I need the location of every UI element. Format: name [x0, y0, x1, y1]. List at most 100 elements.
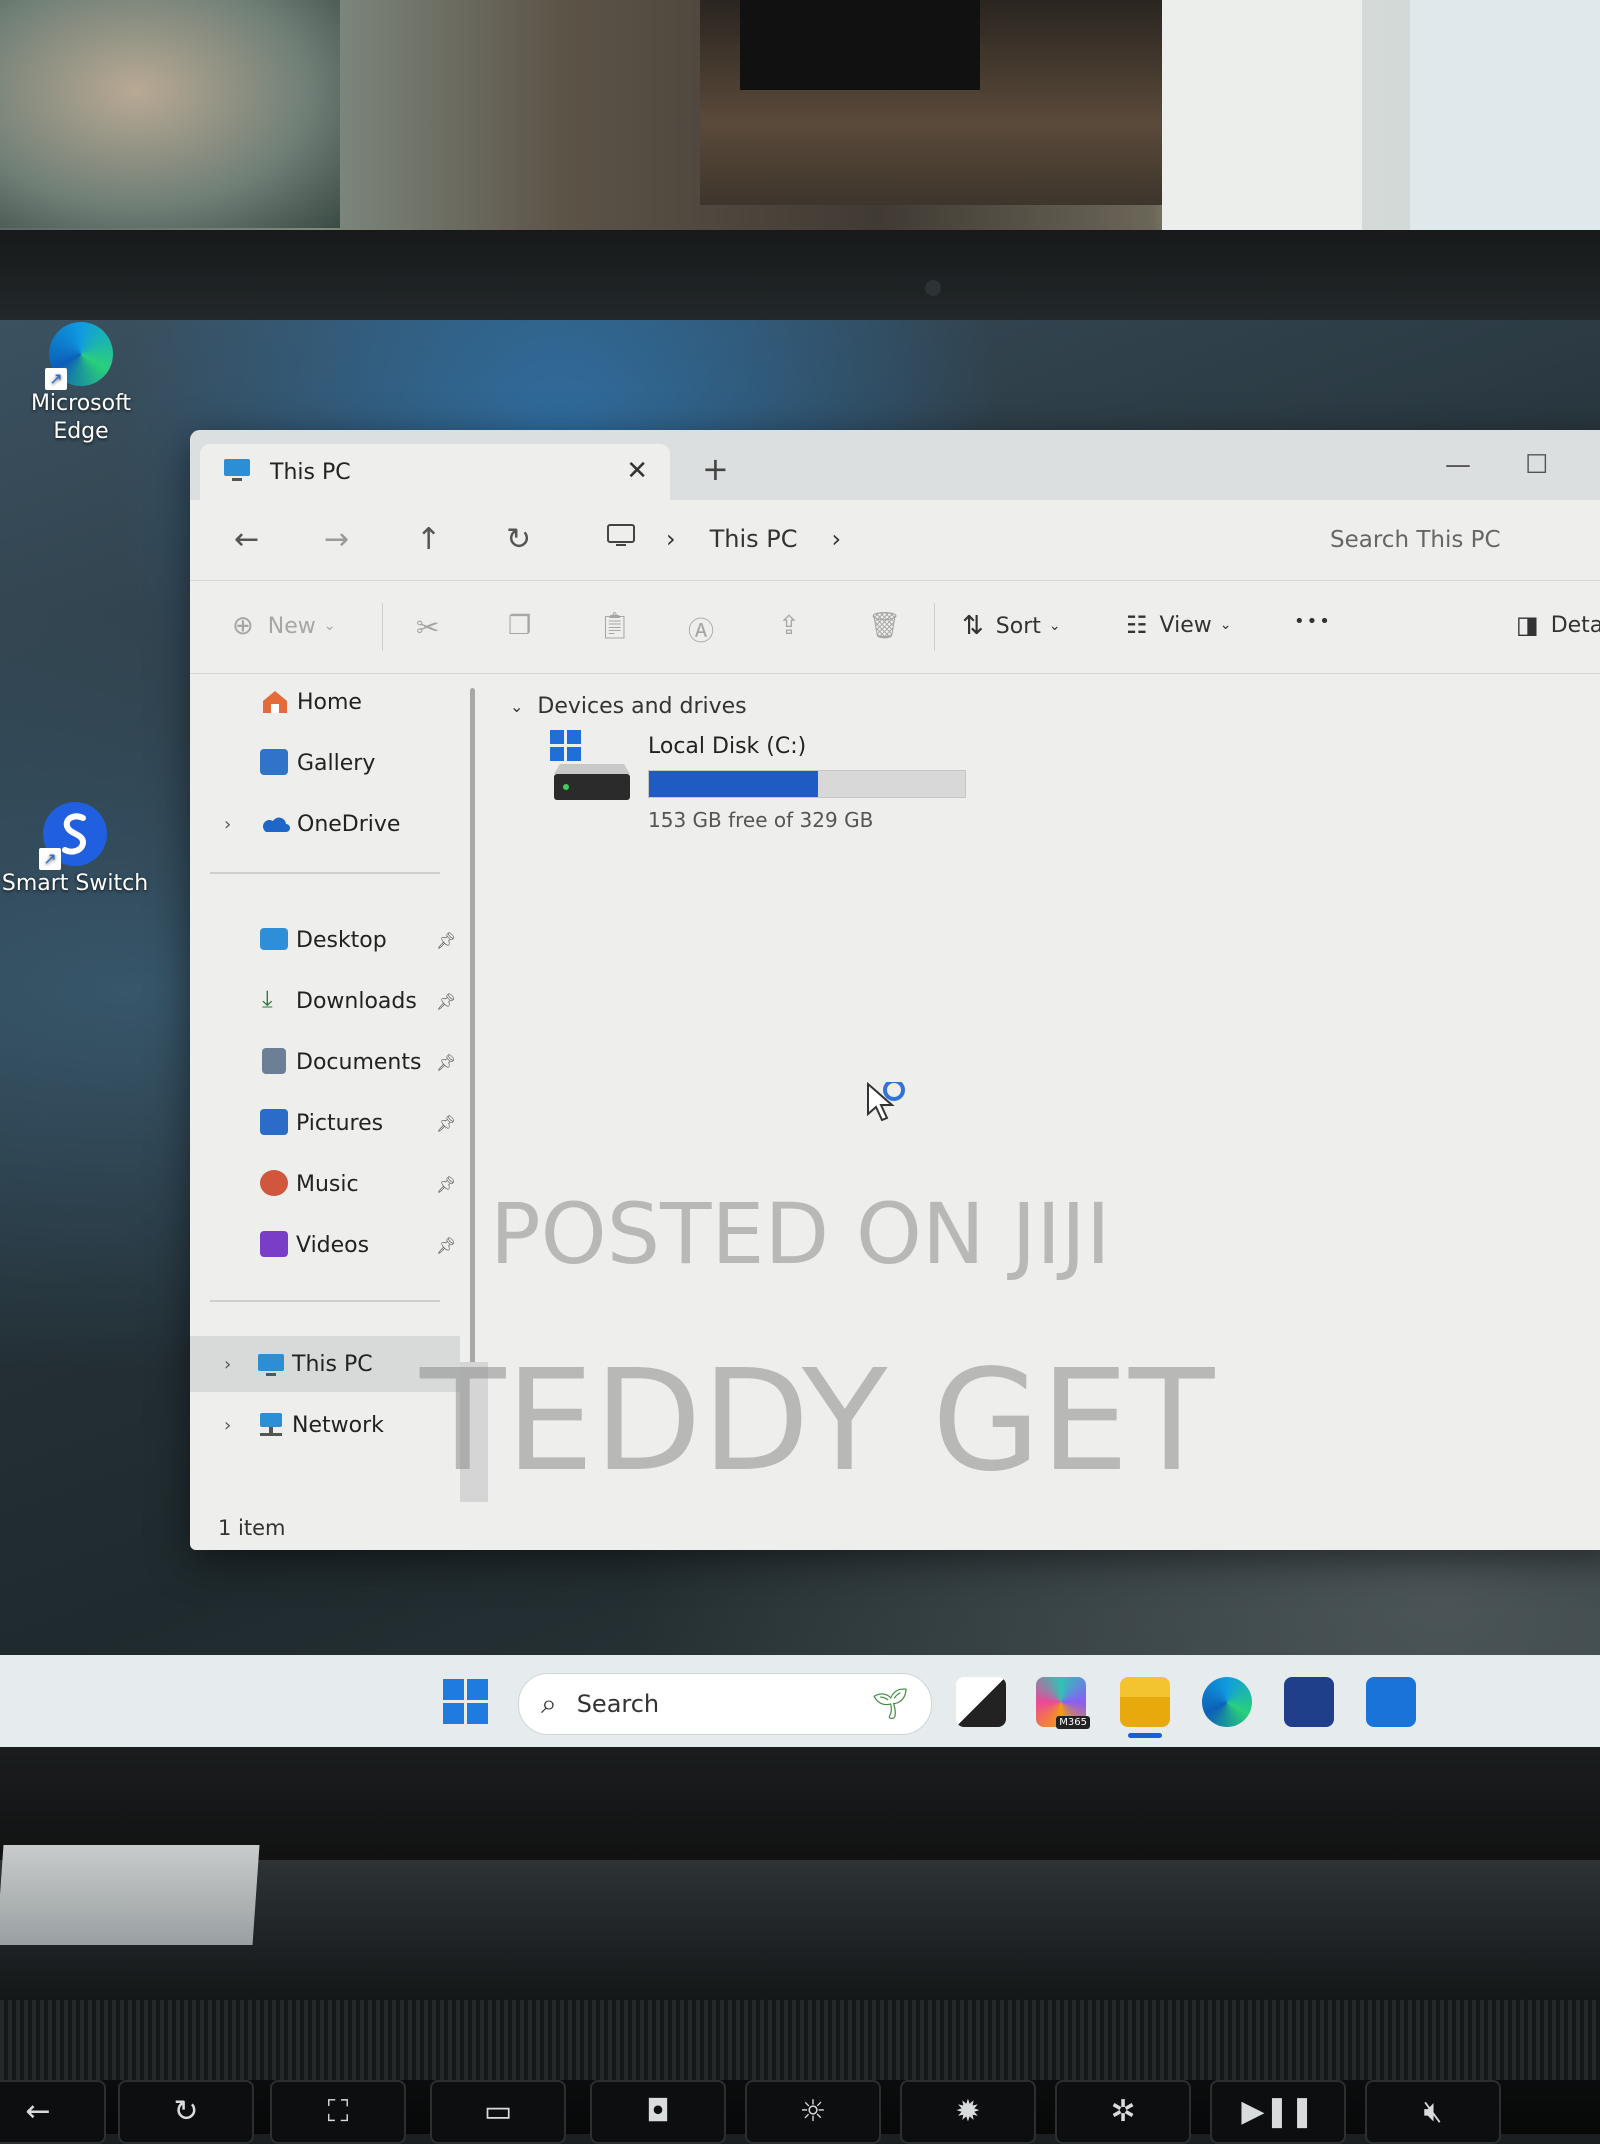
smart-switch-icon: ↗: [39, 802, 107, 870]
outlook-icon[interactable]: [1366, 1677, 1416, 1727]
drive-name: Local Disk (C:): [648, 734, 807, 759]
toolbar-divider: [934, 603, 935, 651]
background-wall: [0, 0, 1600, 250]
minimize-button[interactable]: —: [1445, 450, 1471, 480]
sidebar-item-label: Downloads: [296, 988, 417, 1014]
command-bar: ⊕ New ⌄ ✂ ❐ 📋︎ Ⓐ ⇪ 🗑︎ ⇅ Sort ⌄ ☷ View ⌄ …: [190, 581, 1600, 674]
pin-icon[interactable]: 📌︎: [436, 1236, 456, 1255]
navigation-bar: ← → ↑ ↻ › This PC › Search This PC: [190, 500, 1600, 581]
file-explorer-icon[interactable]: [1120, 1677, 1170, 1727]
start-icon[interactable]: [443, 1679, 489, 1729]
sidebar-item-documents[interactable]: Documents 📌︎: [190, 1034, 460, 1090]
sidebar-item-downloads[interactable]: ⤓ Downloads 📌︎: [190, 973, 460, 1029]
taskbar-search-box[interactable]: ⌕ Search 🌱︎: [518, 1673, 932, 1735]
sort-button[interactable]: ⇅ Sort ⌄: [962, 611, 1061, 641]
sidebar-item-videos[interactable]: Videos 📌︎: [190, 1217, 460, 1273]
watermark-line-2: TEDDY GET: [420, 1340, 1215, 1503]
refresh-button[interactable]: ↻: [506, 522, 531, 557]
music-icon: [260, 1170, 288, 1196]
key-brightness-up: ✹: [900, 2080, 1036, 2144]
sidebar-divider: [210, 872, 440, 874]
sidebar-item-gallery[interactable]: Gallery: [190, 735, 460, 791]
copy-icon[interactable]: ❐: [508, 611, 531, 641]
sidebar-item-music[interactable]: Music 📌︎: [190, 1156, 460, 1212]
chevron-down-icon: ⌄: [1219, 617, 1232, 633]
close-tab-icon[interactable]: ✕: [626, 456, 648, 486]
share-icon[interactable]: ⇪: [778, 611, 800, 641]
pictures-icon: [260, 1109, 288, 1135]
active-app-indicator: [1128, 1733, 1162, 1738]
sidebar-scrollbar[interactable]: [470, 688, 475, 1388]
drive-usage-bar: [648, 770, 966, 798]
toolbar-divider: [382, 603, 383, 651]
sidebar-item-onedrive[interactable]: › OneDrive: [190, 796, 460, 852]
desktop-icon-smart-switch[interactable]: ↗ Smart Switch: [0, 802, 150, 898]
desktop-icon-edge[interactable]: ↗ Microsoft Edge: [6, 322, 156, 446]
maximize-button[interactable]: ☐: [1525, 450, 1548, 480]
back-button[interactable]: ←: [234, 522, 259, 557]
tab-this-pc[interactable]: This PC ✕: [200, 444, 670, 500]
new-button[interactable]: ⊕ New ⌄: [232, 611, 336, 641]
sidebar-item-label: Gallery: [297, 750, 376, 776]
key-brightness-down: ☼: [745, 2080, 881, 2144]
chevron-right-icon[interactable]: ›: [224, 814, 231, 835]
forward-button[interactable]: →: [324, 522, 349, 557]
search-input[interactable]: Search This PC: [1330, 514, 1600, 566]
wall-frame: [700, 0, 1170, 205]
group-header-devices[interactable]: ⌄ Devices and drives: [510, 694, 747, 719]
drive-local-disk-c[interactable]: Local Disk (C:) 153 GB free of 329 GB: [550, 730, 1010, 840]
store-icon[interactable]: [1284, 1677, 1334, 1727]
sidebar-item-label: Videos: [296, 1232, 370, 1258]
sidebar-item-label: OneDrive: [297, 811, 401, 837]
sidebar-item-label: This PC: [292, 1351, 373, 1377]
key-screenshot: ◘: [590, 2080, 726, 2144]
chevron-right-icon[interactable]: ›: [224, 1415, 231, 1436]
chevron-right-icon[interactable]: ›: [224, 1354, 231, 1375]
key-play-pause: ▶❚❚: [1210, 2080, 1346, 2144]
sidebar-item-desktop[interactable]: Desktop 📌︎: [190, 912, 460, 968]
taskbar: ⌕ Search 🌱︎ M365: [0, 1655, 1600, 1747]
plus-circle-icon: ⊕: [232, 611, 254, 641]
cut-icon[interactable]: ✂: [416, 611, 439, 644]
paste-icon[interactable]: 📋︎: [598, 611, 631, 641]
sidebar-item-pictures[interactable]: Pictures 📌︎: [190, 1095, 460, 1151]
pin-icon[interactable]: 📌︎: [436, 931, 456, 950]
task-view-icon[interactable]: [956, 1677, 1006, 1727]
breadcrumb-this-pc[interactable]: This PC: [710, 525, 798, 553]
edge-icon[interactable]: [1202, 1677, 1252, 1727]
details-pane-button[interactable]: ◨ Deta: [1516, 611, 1600, 639]
laptop-latch: [0, 1845, 260, 1945]
chevron-right-icon[interactable]: ›: [832, 525, 842, 553]
chevron-right-icon: ›: [666, 525, 676, 553]
sort-label: Sort: [995, 613, 1041, 639]
webcam: [925, 280, 941, 296]
pin-icon[interactable]: 📌︎: [436, 992, 456, 1011]
key-overview: ▭: [430, 2080, 566, 2144]
new-tab-button[interactable]: +: [702, 450, 729, 488]
sort-icon: ⇅: [962, 611, 984, 641]
documents-icon: [262, 1048, 286, 1074]
rename-icon[interactable]: Ⓐ: [688, 611, 714, 648]
copilot-m365-icon[interactable]: M365: [1036, 1677, 1090, 1729]
item-count: 1 item: [218, 1516, 286, 1540]
sidebar-item-label: Network: [292, 1412, 384, 1438]
speaker-grille: [0, 2000, 1600, 2080]
title-bar: This PC ✕ + — ☐: [190, 430, 1600, 500]
key-refresh: ↻: [118, 2080, 254, 2144]
busy-cursor-icon: [866, 1079, 916, 1134]
hard-drive-icon: [550, 730, 636, 808]
sidebar-item-home[interactable]: Home: [190, 674, 460, 730]
screen-bezel-top: [0, 230, 1600, 320]
more-options-button[interactable]: •••: [1294, 611, 1332, 632]
taskbar-search-label: Search: [576, 1690, 660, 1718]
delete-icon[interactable]: 🗑︎: [868, 611, 901, 641]
chevron-down-icon: ⌄: [1048, 618, 1061, 634]
pin-icon[interactable]: 📌︎: [436, 1114, 456, 1133]
pin-icon[interactable]: 📌︎: [436, 1053, 456, 1072]
key-backlight: ✲: [1055, 2080, 1191, 2144]
pin-icon[interactable]: 📌︎: [436, 1175, 456, 1194]
sidebar-item-label: Documents: [296, 1049, 422, 1075]
view-button[interactable]: ☷ View ⌄: [1126, 611, 1231, 639]
up-button[interactable]: ↑: [416, 522, 441, 557]
videos-icon: [260, 1231, 288, 1257]
